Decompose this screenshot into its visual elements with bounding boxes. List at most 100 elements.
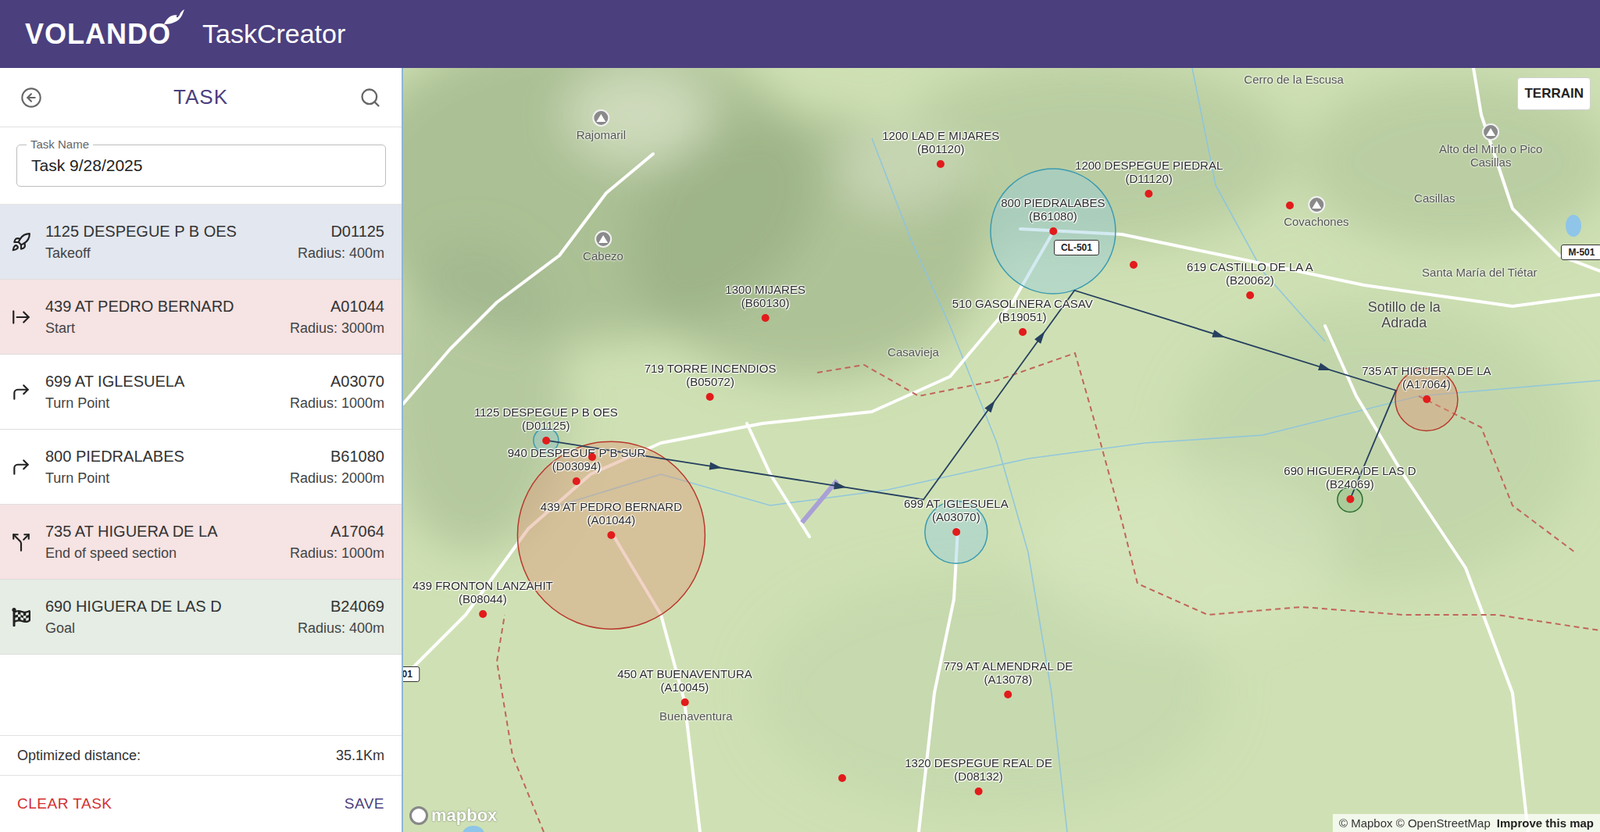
terrain [403, 67, 1600, 832]
place-name: Covachones [1283, 214, 1349, 229]
row-main: 699 AT IGLESUELATurn Point [45, 372, 278, 412]
waypoint-pin[interactable]: 1300 MIJARES(B60130) [725, 282, 806, 322]
clear-button[interactable]: CLEAR TASK [6, 789, 124, 819]
waypoint-dot [1018, 328, 1027, 336]
waypoint-label: 690 HIGUERA DE LAS D(B24069) [1283, 464, 1416, 491]
waypoint-pin[interactable]: 619 CASTILLO DE LA A(B20062) [1186, 260, 1314, 300]
task-panel: TASK Task Name 1125 DESPEGUE P B OESTakeof… [0, 67, 404, 832]
waypoint-pin[interactable]: 1200 LAD E MIJARES(B01120) [882, 128, 1000, 168]
waypoint-pin[interactable]: 450 AT BUENAVENTURA(A10045) [617, 667, 753, 707]
waypoint-dot [1285, 201, 1294, 210]
place: Casillas [1414, 189, 1456, 204]
app-title: TaskCreator [202, 18, 346, 50]
map[interactable]: CL-501M-50101RajomarilCabezoCerro de la … [403, 67, 1600, 832]
route-arrow-icon [709, 462, 723, 472]
peak-icon [594, 230, 612, 248]
row-meta: B61080 Radius: 2000m [289, 447, 385, 487]
waypoint-pin[interactable]: 1320 DESPEGUE REAL DE(D08132) [904, 756, 1053, 796]
improve-link[interactable]: Improve this map [1496, 816, 1594, 830]
waypoint-pin[interactable] [588, 453, 597, 461]
place-name: Buenaventura [659, 709, 733, 723]
task-row[interactable]: 735 AT HIGUERA DE LAEnd of speed section… [0, 504, 402, 580]
panel-toolbar: TASK [0, 67, 402, 128]
task-row[interactable]: 690 HIGUERA DE LAS DGoalB24069Radius: 40… [0, 579, 402, 655]
waypoint-label: 1200 DESPEGUE PIEDRAL(D11120) [1075, 158, 1223, 186]
mapbox-logo[interactable]: mapbox [409, 805, 497, 826]
waypoint-pin[interactable]: 779 AT ALMENDRAL DE(A13078) [943, 659, 1074, 699]
task-row[interactable]: 800 PIEDRALABESTurn PointB61080Radius: 2… [0, 429, 402, 505]
waypoint-radius: Radius: 3000m [289, 320, 385, 337]
waypoint-pin[interactable]: 800 PIEDRALABES(B61080) [1000, 196, 1105, 236]
waypoint-pin[interactable]: 690 HIGUERA DE LAS D(B24069) [1283, 464, 1416, 504]
waypoint-id: B61080 [330, 447, 385, 466]
waypoint-radius: Radius: 400m [297, 245, 385, 262]
task-name-input[interactable] [29, 155, 373, 176]
waypoint-pin[interactable] [1129, 260, 1138, 269]
row-meta: A01044Radius: 3000m [289, 297, 385, 337]
waypoint-pin[interactable]: 699 AT IGLESUELA(A03070) [903, 496, 1009, 536]
waypoint-role: End of speed section [45, 545, 278, 562]
waypoint-name: 439 AT PEDRO BERNARD [45, 297, 278, 316]
task-name-field: Task Name [16, 144, 386, 187]
task-row[interactable]: 699 AT IGLESUELATurn PointA03070Radius: … [0, 354, 402, 430]
waypoint-radius: Radius: 1000m [289, 545, 385, 562]
place: Cabezo [582, 230, 624, 263]
waypoint-label: 510 GASOLINERA CASAV(B19051) [952, 296, 1093, 324]
waypoint-pin[interactable] [838, 774, 847, 783]
logo[interactable]: VOLANDO [25, 17, 183, 51]
back-button[interactable] [17, 83, 46, 112]
waypoint-radius: Radius: 2000m [289, 470, 385, 487]
row-icon [9, 232, 33, 253]
waypoint-dot [1246, 291, 1254, 300]
waypoint-dot [1129, 260, 1138, 269]
road-sign: CL-501 [1053, 239, 1100, 256]
terrain-button[interactable]: TERRAIN [1517, 77, 1591, 111]
row-icon [9, 532, 33, 553]
waypoint-pin[interactable]: 510 GASOLINERA CASAV(B19051) [952, 296, 1093, 336]
waypoint-radius: Radius: 400m [297, 620, 385, 637]
place: Cerro de la Escusa [1243, 71, 1344, 86]
waypoint-dot [607, 531, 615, 540]
route-arrow-icon [1211, 329, 1226, 341]
waypoint-label: 779 AT ALMENDRAL DE(A13078) [943, 659, 1074, 686]
distance-label: Optimized distance: [17, 747, 141, 765]
waypoint-pin[interactable]: 439 AT PEDRO BERNARD(A01044) [540, 500, 683, 540]
place: Buenaventura [659, 707, 733, 723]
task-row[interactable]: 1125 DESPEGUE P B OESTakeoffD01125Radius… [0, 204, 402, 280]
split-icon [10, 532, 32, 553]
waypoint-pin[interactable]: 1200 DESPEGUE PIEDRAL(D11120) [1075, 158, 1223, 198]
waypoint-id: B24069 [330, 597, 385, 616]
waypoint-dot [838, 774, 847, 783]
waypoint-dot [1346, 495, 1354, 504]
turn-arrow-icon [10, 382, 32, 403]
waypoint-pin[interactable]: 439 FRONTON LANZAHIT(B08044) [412, 578, 554, 618]
row-icon [9, 382, 33, 403]
waypoint-label: 735 AT HIGUERA DE LA(A17064) [1361, 364, 1491, 391]
search-button[interactable] [356, 83, 385, 112]
waypoint-label: 1300 MIJARES(B60130) [725, 282, 806, 310]
task-row[interactable]: 439 AT PEDRO BERNARDStartA01044Radius: 3… [0, 279, 402, 355]
checkered-flag-icon [11, 607, 31, 627]
row-icon [9, 307, 33, 328]
cylinder [517, 441, 705, 629]
waypoint-pin[interactable]: 719 TORRE INCENDIOS(B05072) [644, 361, 777, 401]
waypoint-label: 619 CASTILLO DE LA A(B20062) [1186, 260, 1314, 287]
distance-value: 35.1Km [335, 747, 385, 765]
waypoint-pin[interactable]: 940 DESPEGUE P B SUR(D03094) [507, 446, 646, 486]
rocket-icon [10, 232, 32, 253]
waypoint-dot [680, 698, 689, 707]
task-name-section: Task Name [0, 127, 402, 205]
waypoint-dot [975, 787, 983, 796]
waypoint-id: A17064 [330, 522, 385, 541]
attribution-text[interactable]: © Mapbox © OpenStreetMap [1339, 816, 1491, 830]
waypoint-name: 800 PIEDRALABES [45, 447, 278, 466]
mapbox-mark-icon [409, 806, 429, 825]
waypoint-role: Takeoff [45, 245, 286, 262]
waypoint-pin[interactable]: 1125 DESPEGUE P B OES(D01125) [474, 405, 618, 445]
task-name-label: Task Name [26, 137, 93, 152]
waypoint-pin[interactable] [1285, 201, 1294, 210]
save-button[interactable]: SAVE [333, 789, 396, 819]
waypoint-name: 690 HIGUERA DE LAS D [45, 597, 286, 616]
waypoint-pin[interactable]: 735 AT HIGUERA DE LA(A17064) [1361, 364, 1491, 404]
back-arrow-icon [20, 86, 43, 109]
